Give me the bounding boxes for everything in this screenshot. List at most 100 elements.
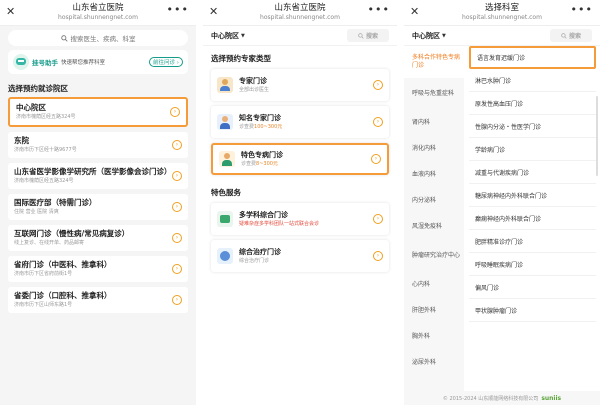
- assistant-name: 挂号助手: [32, 59, 58, 67]
- department-screen: ✕ 选择科室 hospital.shunnengnet.com ••• 中心院区…: [404, 0, 600, 405]
- sidebar-item-urology[interactable]: 泌尿外科: [404, 350, 464, 376]
- more-icon[interactable]: •••: [368, 3, 390, 16]
- search-label: 搜索: [365, 33, 378, 40]
- sidebar-item-thoracic[interactable]: 胸外科: [404, 324, 464, 350]
- close-icon[interactable]: ✕: [6, 5, 15, 18]
- expert-card-special[interactable]: 特色专病门诊 诊查费8~300元 ›: [211, 143, 389, 175]
- doctor-icon: [217, 77, 233, 93]
- department-sidebar: 多科合作特色专病门诊 呼吸与危重症科 肾内科 消化内科 血液内科 内分泌科 风湿…: [404, 46, 464, 391]
- service-card-comprehensive[interactable]: 综合治疗门诊 综合治疗门诊 ›: [211, 240, 389, 272]
- hospital-name: 山东省医学影像学研究所（医学影像会诊门诊）: [14, 167, 172, 176]
- expert-title: 专家门诊: [239, 77, 267, 85]
- doctor-icon: [217, 114, 233, 130]
- hospital-name: 中心院区: [16, 103, 46, 112]
- list-item[interactable]: 语言发育迟缓门诊: [469, 46, 596, 69]
- sidebar-item-special-clinic[interactable]: 多科合作特色专病门诊: [404, 46, 464, 78]
- search-button[interactable]: 搜索: [347, 29, 389, 42]
- assistant-banner[interactable]: 挂号助手 快速帮您推荐科室 前往问诊 ›: [8, 50, 188, 74]
- chevron-right-icon: ›: [170, 107, 180, 117]
- sidebar-item-gastroenterology[interactable]: 消化内科: [404, 136, 464, 162]
- sidebar-item-nephrology[interactable]: 肾内科: [404, 110, 464, 136]
- chevron-right-icon: ›: [373, 80, 383, 90]
- chevron-right-icon: ›: [172, 264, 182, 274]
- service-title: 综合治疗门诊: [239, 248, 281, 256]
- expert-title: 特色专病门诊: [241, 151, 283, 159]
- list-item[interactable]: 肥胖精准诊疗门诊: [469, 230, 596, 253]
- hospital-address: 济南市历下区省府前街1号: [14, 271, 73, 277]
- expert-fee-line: 诊查费100~300元: [239, 123, 282, 131]
- hospital-card-east[interactable]: 东院 济南市历下区经十路9677号 ›: [8, 132, 188, 158]
- hospital-name: 东院: [14, 136, 29, 145]
- service-sub: 疑难杂症多学科团队一站式联合会诊: [239, 221, 320, 227]
- fee-value: 8~300元: [256, 161, 278, 167]
- sidebar-item-cardiology[interactable]: 心内科: [404, 272, 464, 298]
- sidebar-item-oncology[interactable]: 肿瘤研究治疗中心: [404, 240, 464, 272]
- list-item[interactable]: 减重与代谢疾病门诊: [469, 161, 596, 184]
- hospital-card-international[interactable]: 国际医疗部（特需门诊） 住院 营业 医院 清爽 ›: [8, 194, 188, 220]
- list-item[interactable]: 癫痫神经内外科联合门诊: [469, 207, 596, 230]
- list-item[interactable]: 性腺内分泌・性医学门诊: [469, 115, 596, 138]
- list-item[interactable]: 呼吸睡眠疾病门诊: [469, 253, 596, 276]
- expert-card-general[interactable]: 专家门诊 全部出诊医生 ›: [211, 69, 389, 101]
- list-item[interactable]: 淋巴水肿门诊: [469, 69, 596, 92]
- list-item[interactable]: 甲状腺肿瘤门诊: [469, 299, 596, 322]
- sidebar-item-endocrinology[interactable]: 内分泌科: [404, 188, 464, 214]
- close-icon[interactable]: ✕: [209, 5, 218, 18]
- fee-label: 诊查费: [241, 161, 257, 167]
- list-item[interactable]: 偏风门诊: [469, 276, 596, 299]
- more-icon[interactable]: •••: [571, 3, 593, 16]
- expert-type-screen: ✕ 山东省立医院 hospital.shunnengnet.com ••• 中心…: [203, 0, 397, 405]
- assistant-link[interactable]: 前往问诊 ›: [149, 57, 183, 67]
- more-icon[interactable]: •••: [167, 3, 189, 16]
- team-icon: [217, 211, 233, 227]
- search-placeholder: 搜索医生、疾病、科室: [70, 35, 136, 43]
- footer-copyright: © 2015-2024 山东顺能网络科技有限公司: [442, 395, 539, 402]
- hospital-card-provincial-gov[interactable]: 省府门诊（中医科、推拿科） 济南市历下区省府前街1号 ›: [8, 256, 188, 282]
- fee-label: 诊查费: [239, 124, 255, 130]
- campus-selector[interactable]: 中心院区 ▼ 搜索: [203, 26, 397, 46]
- chevron-right-icon: ›: [172, 171, 182, 181]
- chevron-right-icon: ›: [373, 251, 383, 261]
- hospital-address: 济南市历下区山师东路1号: [14, 302, 73, 308]
- hospital-card-provincial-committee[interactable]: 省委门诊（口腔科、推拿科） 济南市历下区山师东路1号 ›: [8, 287, 188, 313]
- chevron-right-icon: ›: [172, 140, 182, 150]
- sidebar-item-rheumatology[interactable]: 风湿免疫科: [404, 214, 464, 240]
- section-title: 选择预约专家类型: [211, 54, 271, 63]
- list-item[interactable]: 原发性高血压门诊: [469, 92, 596, 115]
- top-bar: ✕ 山东省立医院 hospital.shunnengnet.com •••: [203, 0, 397, 26]
- list-item[interactable]: 学龄病门诊: [469, 138, 596, 161]
- service-card-mdt[interactable]: 多学科综合门诊 疑难杂症多学科团队一站式联合会诊 ›: [211, 203, 389, 235]
- expert-card-famous[interactable]: 知名专家门诊 诊查费100~300元 ›: [211, 106, 389, 138]
- hospital-card-central[interactable]: 中心院区 济南市槐荫区经五路324号 ›: [8, 97, 188, 127]
- search-label: 搜索: [568, 33, 581, 40]
- list-item[interactable]: 糖尿病神经内外科联合门诊: [469, 184, 596, 207]
- sidebar-item-hematology[interactable]: 血液内科: [404, 162, 464, 188]
- search-input[interactable]: 搜索医生、疾病、科室: [8, 30, 188, 46]
- sidebar-item-respiratory[interactable]: 呼吸与危重症科: [404, 78, 464, 110]
- doctor-icon: [219, 151, 235, 167]
- hospital-name: 互联网门诊（慢性病/常见病复诊）: [14, 229, 130, 238]
- chevron-right-icon: ›: [373, 214, 383, 224]
- expert-title: 知名专家门诊: [239, 114, 281, 122]
- section-title: 特色服务: [211, 188, 241, 197]
- search-icon: [358, 32, 364, 39]
- top-bar: ✕ 山东省立医院 hospital.shunnengnet.com •••: [0, 0, 196, 26]
- sidebar-item-hepatobiliary[interactable]: 肝胆外科: [404, 298, 464, 324]
- close-icon[interactable]: ✕: [410, 5, 419, 18]
- service-title: 多学科综合门诊: [239, 211, 288, 219]
- search-button[interactable]: 搜索: [550, 29, 592, 42]
- hospital-card-internet[interactable]: 互联网门诊（慢性病/常见病复诊） 线上复诊、在线开单、药品邮寄 ›: [8, 225, 188, 251]
- hospital-card-imaging[interactable]: 山东省医学影像学研究所（医学影像会诊门诊） 济南市槐荫区经五路324号 ›: [8, 163, 188, 189]
- search-icon: [561, 32, 567, 39]
- scrollbar[interactable]: [596, 96, 598, 176]
- expert-fee-line: 诊查费8~300元: [241, 160, 283, 168]
- hospital-address: 住院 营业 医院 清爽: [14, 209, 59, 215]
- brand-logo: suniis: [541, 394, 562, 402]
- chevron-right-icon: ›: [172, 295, 182, 305]
- chevron-right-icon: ›: [371, 154, 381, 164]
- chevron-right-icon: ›: [373, 117, 383, 127]
- hospital-name: 省府门诊（中医科、推拿科）: [14, 260, 112, 269]
- campus-selector[interactable]: 中心院区 ▼ 搜索: [404, 26, 600, 46]
- caret-down-icon: ▼: [442, 32, 446, 39]
- chevron-right-icon: ›: [172, 233, 182, 243]
